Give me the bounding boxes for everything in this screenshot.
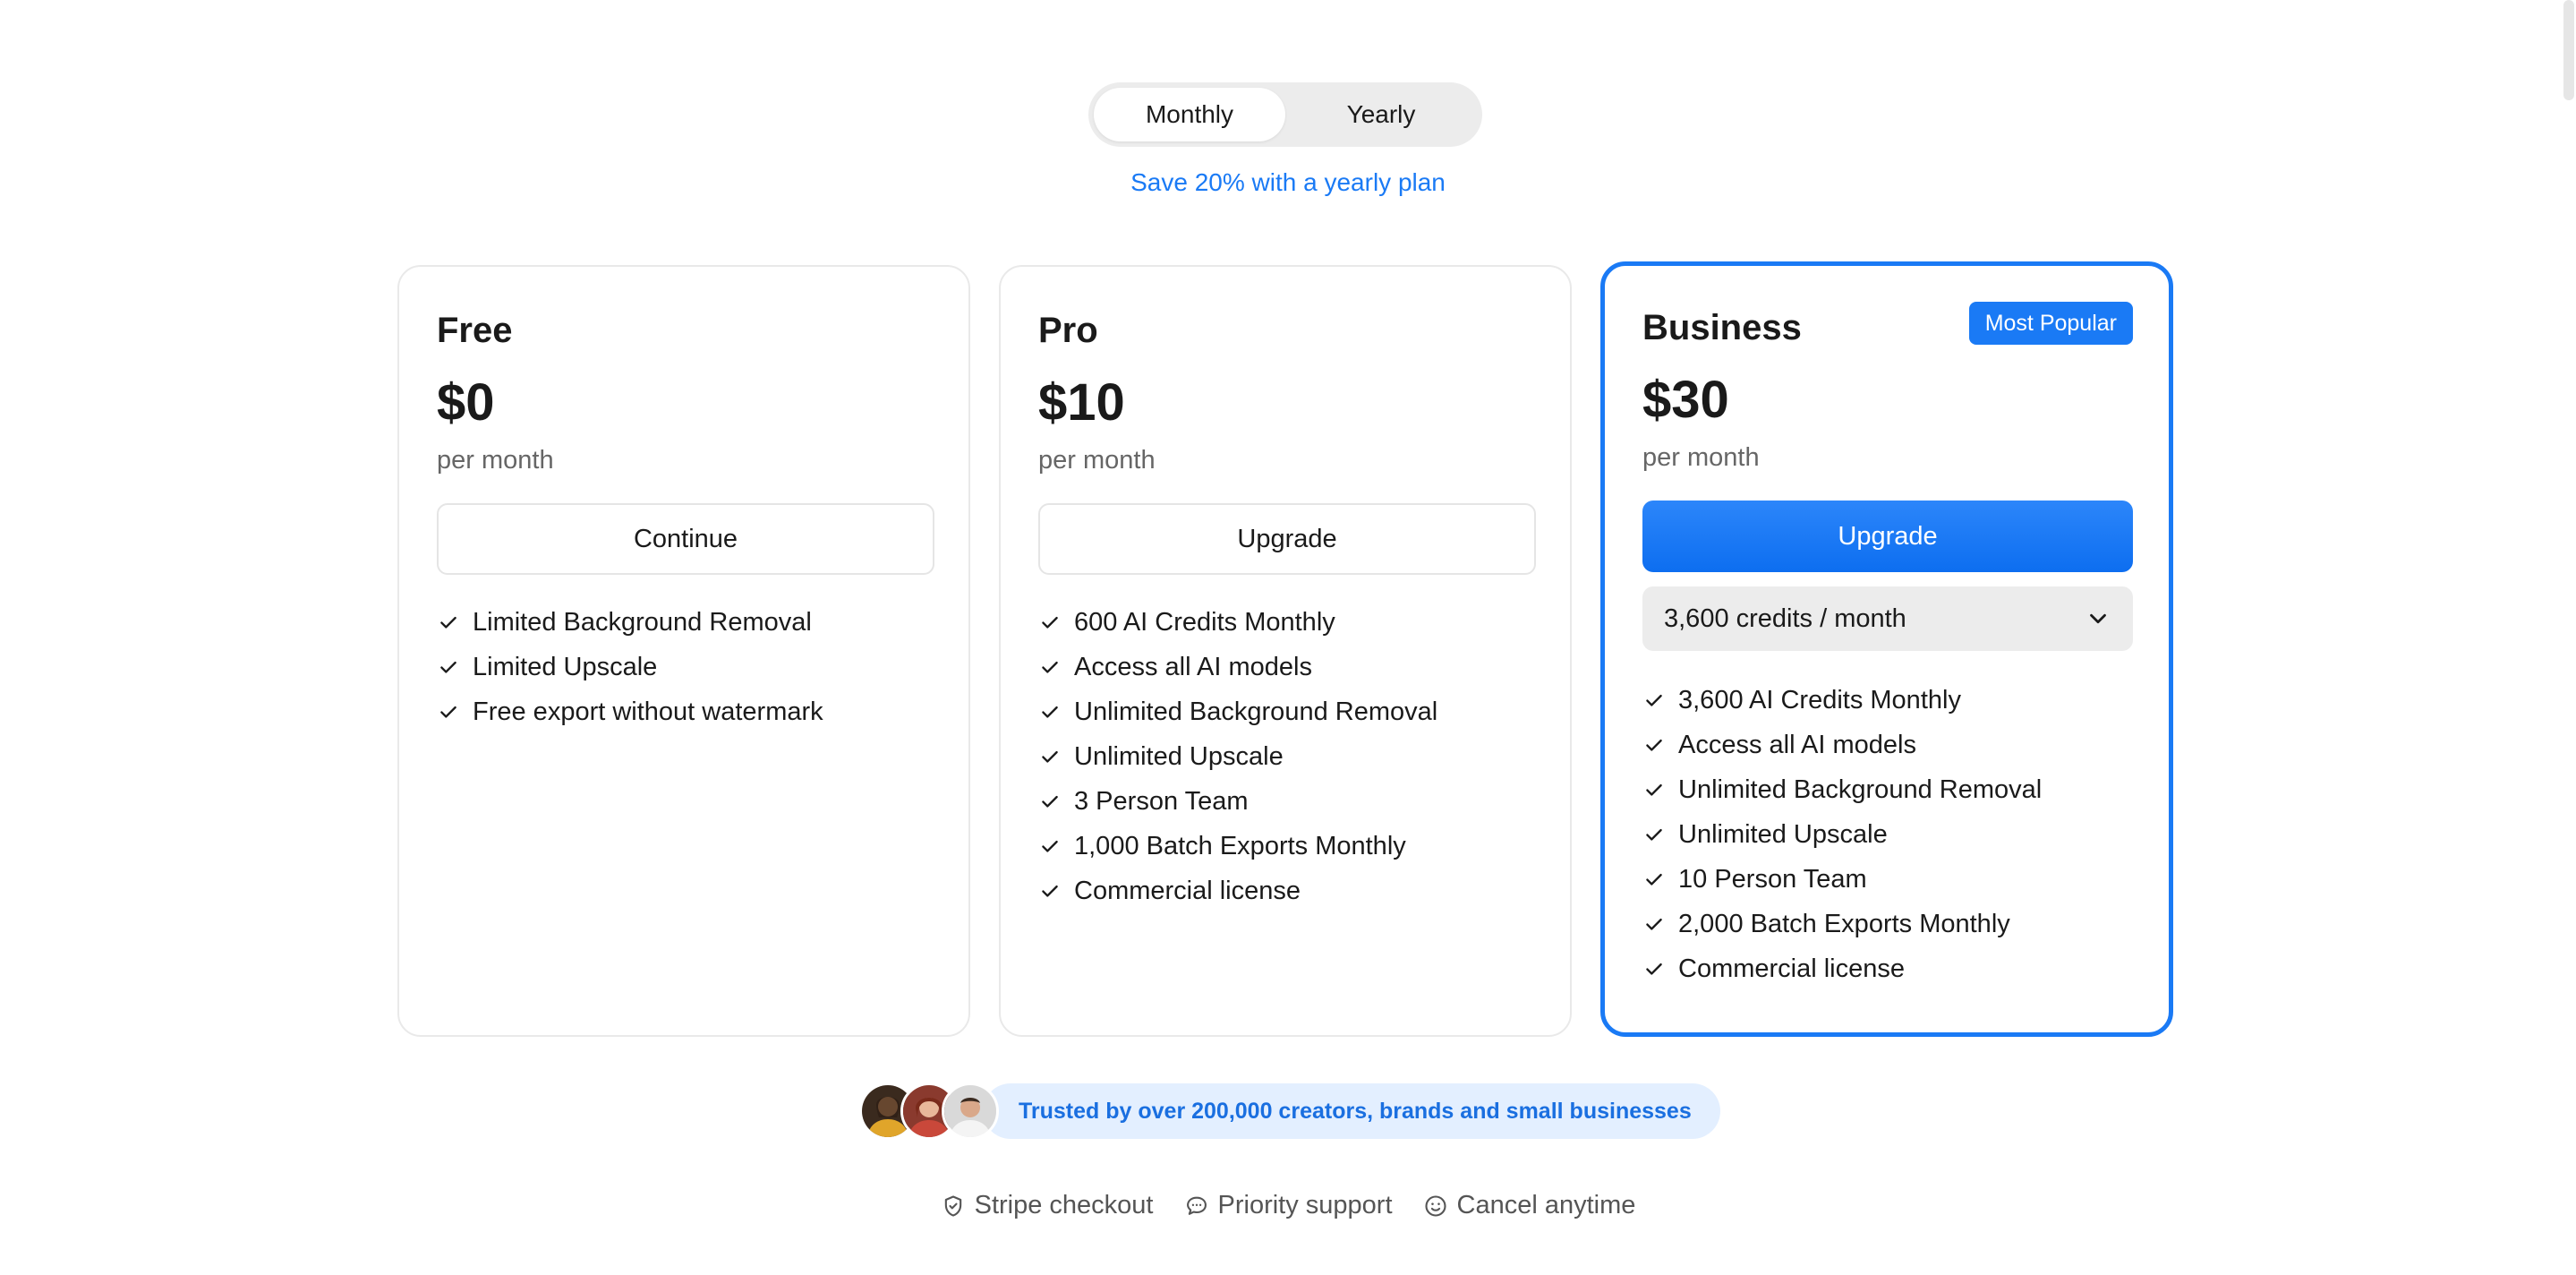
feature-list: Limited Background Removal Limited Upsca… [437, 600, 931, 734]
plan-period: per month [1038, 446, 1156, 475]
check-icon [1646, 918, 1662, 930]
avatar [942, 1082, 999, 1140]
assurance-label: Stripe checkout [974, 1191, 1154, 1219]
feature-item: Access all AI models [1642, 723, 2131, 767]
assurance-stripe: Stripe checkout [941, 1191, 1154, 1220]
feature-item: Unlimited Upscale [1038, 734, 1532, 779]
plan-card-pro: Pro $10 per month Upgrade 600 AI Credits… [999, 265, 1572, 1037]
trust-row: Trusted by over 200,000 creators, brands… [859, 1082, 1720, 1141]
plan-name: Pro [1038, 311, 1098, 350]
check-icon [1646, 694, 1662, 706]
feature-label: Unlimited Background Removal [1074, 697, 1438, 726]
check-icon [1042, 795, 1058, 808]
toggle-monthly[interactable]: Monthly [1094, 88, 1285, 141]
check-icon [1646, 828, 1662, 841]
check-icon [1042, 706, 1058, 718]
smile-icon [1424, 1194, 1446, 1217]
feature-label: Access all AI models [1074, 652, 1312, 681]
credits-select-value: 3,600 credits / month [1664, 603, 1906, 633]
plan-price: $10 [1038, 373, 1125, 432]
check-icon [1042, 885, 1058, 897]
feature-label: 1,000 Batch Exports Monthly [1074, 831, 1406, 860]
feature-list: 3,600 AI Credits Monthly Access all AI m… [1642, 678, 2131, 991]
check-icon [1042, 661, 1058, 673]
check-icon [1042, 750, 1058, 763]
check-icon [440, 616, 456, 629]
plan-period: per month [437, 446, 554, 475]
scrollbar-thumb[interactable] [2563, 0, 2574, 100]
feature-item: Unlimited Upscale [1642, 812, 2131, 857]
pricing-page: Monthly Yearly Save 20% with a yearly pl… [0, 0, 2576, 1275]
chevron-down-icon [2090, 613, 2106, 624]
feature-label: Access all AI models [1678, 730, 1916, 759]
feature-label: Limited Upscale [473, 652, 658, 681]
chat-bubble-icon [1186, 1196, 1207, 1215]
plan-card-business: Most Popular Business $30 per month Upgr… [1600, 261, 2173, 1037]
assurance-cancel: Cancel anytime [1423, 1191, 1636, 1220]
feature-label: Unlimited Upscale [1074, 741, 1284, 771]
feature-item: Commercial license [1642, 946, 2131, 991]
plan-period: per month [1642, 443, 1760, 472]
feature-item: Limited Background Removal [437, 600, 931, 645]
feature-item: Limited Upscale [437, 645, 931, 689]
check-icon [440, 661, 456, 673]
check-icon [1042, 616, 1058, 629]
upgrade-business-button[interactable]: Upgrade [1642, 501, 2133, 572]
continue-button[interactable]: Continue [437, 503, 934, 575]
feature-label: 3 Person Team [1074, 786, 1249, 816]
save-note: Save 20% with a yearly plan [1130, 168, 1446, 196]
feature-item: Unlimited Background Removal [1642, 767, 2131, 812]
feature-item: 1,000 Batch Exports Monthly [1038, 824, 1532, 869]
plan-price: $30 [1642, 371, 1729, 429]
check-icon [1646, 739, 1662, 751]
feature-label: Limited Background Removal [473, 607, 812, 637]
plan-name: Free [437, 311, 513, 350]
plan-card-free: Free $0 per month Continue Limited Backg… [397, 265, 970, 1037]
credits-select[interactable]: 3,600 credits / month [1642, 586, 2133, 651]
most-popular-badge: Most Popular [1968, 302, 2133, 345]
feature-item: 600 AI Credits Monthly [1038, 600, 1532, 645]
billing-toggle[interactable]: Monthly Yearly [1088, 82, 1482, 147]
feature-label: 3,600 AI Credits Monthly [1678, 685, 1961, 715]
feature-item: 3,600 AI Credits Monthly [1642, 678, 2131, 723]
feature-label: Commercial license [1074, 876, 1301, 905]
avatar-group [859, 1082, 999, 1140]
feature-item: 2,000 Batch Exports Monthly [1642, 902, 2131, 946]
feature-label: Free export without watermark [473, 697, 823, 726]
feature-label: Unlimited Background Removal [1678, 774, 2043, 804]
assurance-label: Cancel anytime [1456, 1191, 1636, 1219]
feature-label: 600 AI Credits Monthly [1074, 607, 1335, 637]
trust-badge: Trusted by over 200,000 creators, brands… [983, 1083, 1720, 1139]
assurance-label: Priority support [1217, 1191, 1393, 1219]
check-icon [1646, 963, 1662, 975]
feature-label: Commercial license [1678, 954, 1906, 983]
toggle-yearly[interactable]: Yearly [1285, 88, 1477, 141]
check-icon [1646, 873, 1662, 886]
upgrade-pro-button[interactable]: Upgrade [1038, 503, 1536, 575]
feature-item: Access all AI models [1038, 645, 1532, 689]
feature-list: 600 AI Credits Monthly Access all AI mod… [1038, 600, 1532, 913]
assurance-row: Stripe checkout Priority support Cancel … [0, 1191, 2576, 1220]
feature-label: 10 Person Team [1678, 864, 1867, 894]
feature-item: Free export without watermark [437, 689, 931, 734]
feature-item: 3 Person Team [1038, 779, 1532, 824]
feature-item: Commercial license [1038, 869, 1532, 913]
shield-check-icon [944, 1194, 961, 1217]
feature-label: 2,000 Batch Exports Monthly [1678, 909, 2010, 938]
check-icon [1042, 840, 1058, 852]
check-icon [1646, 783, 1662, 796]
check-icon [440, 706, 456, 718]
feature-label: Unlimited Upscale [1678, 819, 1888, 849]
feature-item: 10 Person Team [1642, 857, 2131, 902]
plan-price: $0 [437, 373, 495, 432]
assurance-support: Priority support [1184, 1191, 1393, 1220]
feature-item: Unlimited Background Removal [1038, 689, 1532, 734]
